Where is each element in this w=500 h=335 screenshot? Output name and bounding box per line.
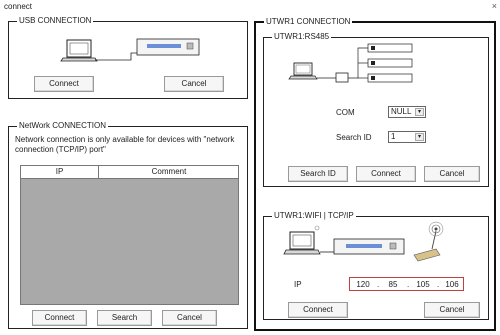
network-cancel-button[interactable]: Cancel: [162, 310, 217, 326]
wifi-tcpip-group: UTWR1:WIFI | TCP/IP IP 120 . 85 . 105 . …: [263, 211, 489, 320]
rack-device-icon: [136, 38, 200, 56]
usb-cable: [95, 52, 137, 61]
network-search-button[interactable]: Search: [97, 310, 152, 326]
ip-dot: .: [407, 280, 410, 289]
ip-octet-2[interactable]: 85: [382, 280, 404, 289]
window-title: connect: [4, 2, 33, 11]
rs485-connect-button[interactable]: Connect: [356, 166, 416, 182]
rs485-diagram: [288, 43, 413, 83]
com-select-value: NULL: [391, 107, 412, 116]
network-connection-legend: NetWork CONNECTION: [17, 121, 108, 131]
wifi-antenna-icon: [413, 221, 444, 262]
rack-device-icon: [333, 238, 405, 255]
usb-cancel-button[interactable]: Cancel: [164, 76, 224, 92]
column-header-ip[interactable]: IP: [21, 166, 98, 178]
chevron-down-icon[interactable]: ▾: [415, 133, 424, 141]
search-id-select[interactable]: 1 ▾: [388, 131, 426, 143]
table-header: IP Comment: [21, 166, 238, 179]
chevron-down-icon[interactable]: ▾: [415, 108, 424, 116]
wifi-connect-button[interactable]: Connect: [288, 302, 348, 318]
search-id-label: Search ID: [336, 133, 372, 142]
ip-octet-3[interactable]: 105: [412, 280, 434, 289]
com-label: COM: [336, 108, 355, 117]
wifi-cancel-button[interactable]: Cancel: [424, 302, 480, 318]
wifi-diagram: [283, 221, 444, 262]
rack-device-icon: [367, 43, 413, 83]
network-note: Network connection is only available for…: [15, 135, 235, 154]
utwr1-connection-group: UTWR1 CONNECTION UTWR1:RS485 COM NULL ▾ …: [254, 17, 496, 331]
search-id-select-value: 1: [391, 132, 396, 141]
ip-dot: .: [437, 280, 440, 289]
usb-connection-group: USB CONNECTION Connect Cancel: [8, 16, 248, 99]
rs485-cancel-button[interactable]: Cancel: [424, 166, 480, 182]
close-icon[interactable]: ×: [492, 1, 497, 11]
network-connection-group: NetWork CONNECTION Network connection is…: [8, 121, 248, 329]
column-header-comment[interactable]: Comment: [99, 166, 239, 178]
ip-label: IP: [294, 280, 302, 289]
network-device-table[interactable]: IP Comment: [20, 165, 239, 305]
laptop-icon: [60, 39, 98, 62]
utwr1-connection-legend: UTWR1 CONNECTION: [264, 17, 353, 27]
com-select[interactable]: NULL ▾: [388, 106, 426, 118]
title-bar: connect ×: [0, 0, 500, 13]
converter-icon: [335, 72, 349, 83]
search-id-button[interactable]: Search ID: [288, 166, 348, 182]
laptop-icon: [288, 62, 318, 80]
rs485-group: UTWR1:RS485 COM NULL ▾ Search ID 1 ▾ Sea…: [263, 32, 489, 187]
network-connect-button[interactable]: Connect: [32, 310, 87, 326]
usb-connect-button[interactable]: Connect: [34, 76, 94, 92]
usb-diagram: [60, 38, 200, 62]
ip-octet-1[interactable]: 120: [352, 280, 374, 289]
ip-dot: .: [377, 280, 380, 289]
ip-octet-4[interactable]: 106: [441, 280, 463, 289]
ip-address-field[interactable]: 120 . 85 . 105 . 106: [349, 277, 464, 291]
laptop-icon: [283, 231, 321, 255]
